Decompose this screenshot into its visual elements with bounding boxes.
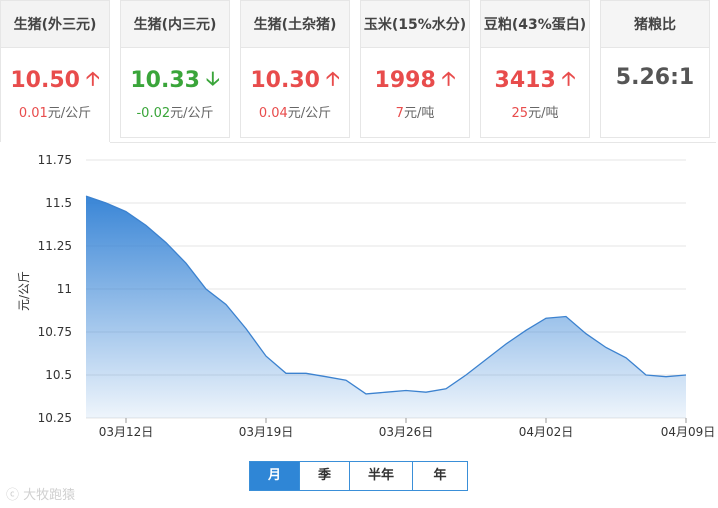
card-price: 10.33 🡣 xyxy=(121,65,229,97)
change-value: 7 xyxy=(395,106,404,121)
y-tick-label: 11 xyxy=(57,282,72,296)
card-change: 0.04元/公斤 xyxy=(241,102,349,121)
card-change: 7元/吨 xyxy=(361,102,469,121)
tab-quarter[interactable]: 季 xyxy=(299,462,349,490)
card-title: 生猪(外三元) xyxy=(1,1,109,48)
area-chart-svg: 10.2510.510.751111.2511.511.75 03月12日 03月… xyxy=(17,153,716,439)
x-axis-ticks: 03月12日 03月19日 03月26日 04月02日 04月09日 xyxy=(99,418,716,439)
card-change: 0.01元/公斤 xyxy=(1,102,109,121)
card-title: 豆粕(43%蛋白) xyxy=(481,1,589,48)
price-cards: 生猪(外三元) 10.50 🡡 0.01元/公斤 生猪(内三元) 10.33 🡣 -… xyxy=(0,0,718,142)
card-title: 生猪(土杂猪) xyxy=(241,1,349,48)
y-axis-title: 元/公斤 xyxy=(17,271,31,311)
price-value: 10.50 xyxy=(10,68,80,93)
watermark-logo: ⓒ 大牧跑猿 xyxy=(6,488,76,503)
change-value: -0.02 xyxy=(136,106,171,121)
arrow-up-icon: 🡡 xyxy=(325,68,340,90)
chart-top-border xyxy=(110,142,716,151)
card-price: 5.26:1 xyxy=(615,65,695,90)
x-tick-label: 03月19日 xyxy=(239,425,294,439)
card-change: -0.02元/公斤 xyxy=(121,102,229,121)
card-pig-local[interactable]: 生猪(土杂猪) 10.30 🡡 0.04元/公斤 xyxy=(240,0,350,138)
price-value: 3413 xyxy=(494,68,556,93)
card-title: 猪粮比 xyxy=(601,1,709,48)
x-tick-label: 03月26日 xyxy=(379,425,434,439)
price-value: 1998 xyxy=(374,68,436,93)
y-axis-labels: 10.25 10.5 10.75 11 11.25 11.5 11.75 xyxy=(38,153,72,425)
change-unit: 元/公斤 xyxy=(170,106,214,121)
y-tick-label: 11.5 xyxy=(45,196,72,210)
y-tick-label: 11.25 xyxy=(38,239,72,253)
y-tick-label: 10.5 xyxy=(45,368,72,382)
y-tick-label: 10.75 xyxy=(38,325,72,339)
change-value: 25 xyxy=(511,106,529,121)
card-pig-outer[interactable]: 生猪(外三元) 10.50 🡡 0.01元/公斤 xyxy=(0,0,110,142)
price-chart: 10.25 10.5 10.75 11 11.25 11.5 11.75 03月12日 03月… xyxy=(0,142,718,442)
price-value: 10.33 xyxy=(130,68,200,93)
tab-half-year[interactable]: 半年 xyxy=(349,462,412,490)
arrow-down-icon: 🡣 xyxy=(205,68,220,90)
change-unit: 元/吨 xyxy=(528,106,559,121)
watermark-text: 大牧跑猿 xyxy=(23,488,76,503)
arrow-up-icon: 🡡 xyxy=(561,68,576,90)
card-title: 玉米(15%水分) xyxy=(361,1,469,48)
change-value: 0.04 xyxy=(258,106,288,121)
card-price: 3413 🡡 xyxy=(481,65,589,97)
change-unit: 元/吨 xyxy=(403,106,435,121)
arrow-up-icon: 🡡 xyxy=(85,68,100,90)
card-price: 10.50 🡡 xyxy=(1,65,109,97)
card-title: 生猪(内三元) xyxy=(121,1,229,48)
card-hog-grain-ratio[interactable]: 猪粮比 5.26:1 xyxy=(600,0,710,138)
card-price: 1998 🡡 xyxy=(361,65,469,97)
y-tick-label: 11.75 xyxy=(38,153,72,167)
change-unit: 元/公斤 xyxy=(287,106,332,121)
change-value: 0.01 xyxy=(18,106,48,121)
arrow-up-icon: 🡡 xyxy=(441,68,456,90)
x-tick-label: 04月02日 xyxy=(519,425,574,439)
card-soymeal[interactable]: 豆粕(43%蛋白) 3413 🡡 25元/吨 xyxy=(480,0,590,138)
period-tabs: 月 季 半年 年 xyxy=(249,461,468,491)
tab-month[interactable]: 月 xyxy=(250,462,299,490)
price-value: 10.30 xyxy=(250,68,320,93)
tab-year[interactable]: 年 xyxy=(412,462,467,490)
y-tick-label: 10.25 xyxy=(38,411,72,425)
card-price: 10.30 🡡 xyxy=(241,65,349,97)
card-pig-inner[interactable]: 生猪(内三元) 10.33 🡣 -0.02元/公斤 xyxy=(120,0,230,138)
card-change: 25元/吨 xyxy=(481,102,589,121)
x-tick-label: 04月09日 xyxy=(661,425,716,439)
change-unit: 元/公斤 xyxy=(47,106,92,121)
x-tick-label: 03月12日 xyxy=(99,425,154,439)
card-corn[interactable]: 玉米(15%水分) 1998 🡡 7元/吨 xyxy=(360,0,470,138)
price-area xyxy=(86,196,686,418)
